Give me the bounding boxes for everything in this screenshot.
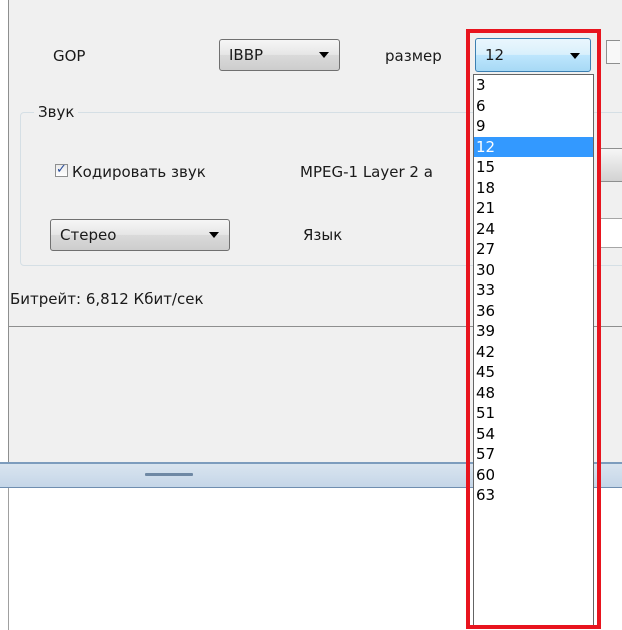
encode-audio-checkbox[interactable]: ✓: [55, 162, 68, 177]
chevron-down-icon: [209, 232, 219, 238]
dropdown-option[interactable]: 39: [474, 321, 593, 342]
dropdown-option[interactable]: 9: [474, 116, 593, 137]
bitrate-text: Битрейт: 6,812 Кбит/сек: [10, 290, 204, 308]
audio-channels-combo[interactable]: Стерео: [50, 219, 230, 251]
gop-size-dropdown-list[interactable]: 3 6 9 12 15 18 21 24 27 30 33 36 39 42 45 48 51 54 57 60 63: [473, 74, 594, 628]
dropdown-option[interactable]: 18: [474, 178, 593, 199]
dropdown-option[interactable]: 60: [474, 465, 593, 486]
chevron-down-icon: [570, 53, 580, 59]
dropdown-option[interactable]: 27: [474, 239, 593, 260]
gop-combo-value: IBBP: [229, 46, 264, 64]
language-label: Язык: [303, 226, 343, 244]
gop-label: GOP: [53, 47, 86, 65]
dropdown-option[interactable]: 63: [474, 485, 593, 506]
audio-channels-value: Стерео: [60, 226, 117, 244]
dropdown-option[interactable]: 36: [474, 301, 593, 322]
dropdown-option[interactable]: 12: [474, 136, 593, 157]
gop-size-combo[interactable]: 12: [475, 38, 591, 72]
gop-size-combo-value: 12: [485, 46, 505, 64]
dropdown-option[interactable]: 30: [474, 260, 593, 281]
gop-combo[interactable]: IBBP: [219, 39, 340, 71]
dropdown-option[interactable]: 15: [474, 157, 593, 178]
dropdown-option[interactable]: 3: [474, 75, 593, 96]
dropdown-option[interactable]: 48: [474, 383, 593, 404]
checkmark-icon: ✓: [56, 162, 67, 177]
dropdown-option[interactable]: 51: [474, 403, 593, 424]
checkbox-clipped[interactable]: [606, 40, 620, 64]
dropdown-option[interactable]: 6: [474, 96, 593, 117]
language-field-clipped[interactable]: [600, 218, 622, 248]
splitter-grip[interactable]: [145, 473, 193, 476]
dropdown-option[interactable]: 42: [474, 342, 593, 363]
dropdown-option[interactable]: 54: [474, 424, 593, 445]
dropdown-option[interactable]: 33: [474, 280, 593, 301]
audio-codec-combo-clipped[interactable]: [600, 148, 622, 182]
audio-group-title: Звук: [34, 103, 79, 121]
size-label: размер: [385, 47, 442, 65]
encode-audio-label[interactable]: Кодировать звук: [72, 163, 206, 181]
dropdown-option[interactable]: 45: [474, 362, 593, 383]
audio-codec-text: MPEG-1 Layer 2 a: [300, 163, 433, 181]
dropdown-option[interactable]: 57: [474, 444, 593, 465]
dropdown-option[interactable]: 24: [474, 219, 593, 240]
chevron-down-icon: [319, 52, 329, 58]
dropdown-option[interactable]: 21: [474, 198, 593, 219]
